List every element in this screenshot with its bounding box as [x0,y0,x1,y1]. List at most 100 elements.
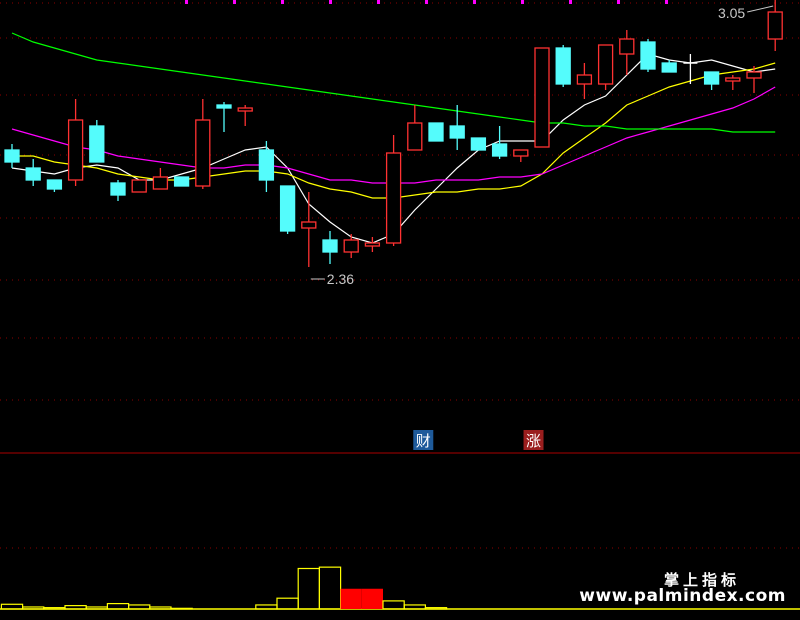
candle [258,141,275,192]
volume-bar [22,606,45,610]
brand-url: www.palmindex.com [579,586,786,606]
volume-bar [170,607,193,610]
candle [470,137,487,151]
candle [619,30,635,75]
candle-body [216,104,232,109]
candle-body [491,143,508,157]
candle [407,105,423,151]
top-tick [569,0,572,4]
volume-bar [361,588,383,609]
candlestick-chart: 3.05 2.36 财 涨 [0,0,800,610]
candle [343,234,359,258]
volume-bar [382,600,405,610]
candle [89,120,105,163]
candle-body [364,242,381,247]
candle-body [640,41,656,70]
candle-body [131,179,147,193]
volume-bar [297,567,321,610]
candle-body [513,149,529,157]
top-tick [617,0,620,4]
badge-fall-text: 财 [416,433,431,450]
candle [237,105,253,126]
candle-body [449,125,465,139]
candle-body [703,71,720,85]
volume-bar [318,566,342,610]
candle-body [301,221,317,229]
candle [67,99,84,186]
candle [385,135,402,246]
candle-body [110,182,126,196]
candle-body [173,176,190,187]
candle [555,45,571,87]
candles [4,0,783,267]
candle [301,192,317,267]
candle [216,102,232,132]
candle-body [470,137,487,151]
high-pointer [747,5,774,13]
candle [279,185,296,234]
candle-body [576,74,593,85]
top-tick [425,0,428,4]
candle [428,122,444,142]
candle-body [597,44,614,85]
candle-body [661,62,677,73]
candle-body [767,11,783,40]
badge-fall: 财 [413,430,434,450]
candle-body [4,149,20,163]
candle-body [534,47,550,148]
volume-bar [149,606,172,610]
badge-rise: 涨 [523,430,544,450]
candle-body [385,152,402,244]
candle [195,99,211,189]
candle-body [152,176,169,190]
top-tick [473,0,476,4]
candle [152,168,169,190]
top-tick [233,0,236,4]
top-tick [665,0,668,4]
candle-body [67,119,84,181]
candle [576,63,593,99]
candle-body [428,122,444,142]
candle [322,231,338,264]
candle-body [725,77,741,82]
candle-body [25,167,41,181]
candle-body [279,185,296,232]
candle [597,44,614,90]
volume-bar [106,602,130,610]
volume-bar [85,606,108,610]
top-tick [329,0,332,4]
candle [4,144,20,168]
high-label: 3.05 [718,5,745,21]
volume-bar [276,597,299,610]
candle [725,75,741,90]
volume-bar [64,605,87,610]
candle-body [195,119,211,187]
candle [364,237,381,252]
candle [110,180,126,201]
top-edge-ticks [185,0,668,4]
candle-body [237,107,253,112]
candle-body [322,239,338,253]
candle-body [46,179,63,190]
candle-body [555,47,571,85]
candle-body [258,149,275,181]
ma-line-4 [11,32,776,133]
low-label: 2.36 [327,271,354,287]
candle [513,149,529,162]
top-tick [377,0,380,4]
chart-stage: 3.05 2.36 财涨 掌上指标 www.palmindex.com [0,0,800,620]
candle-body [619,38,635,55]
top-tick [185,0,188,4]
candle-body [407,122,423,151]
candle [46,179,63,192]
candle-body [746,71,762,79]
top-tick [281,0,284,4]
candle [534,47,550,148]
candle [173,176,190,187]
candle [25,159,41,186]
volume-bar [340,588,362,609]
top-tick [521,0,524,4]
badge-rise-text: 涨 [526,433,541,450]
candle [703,71,720,90]
candle [767,0,783,51]
